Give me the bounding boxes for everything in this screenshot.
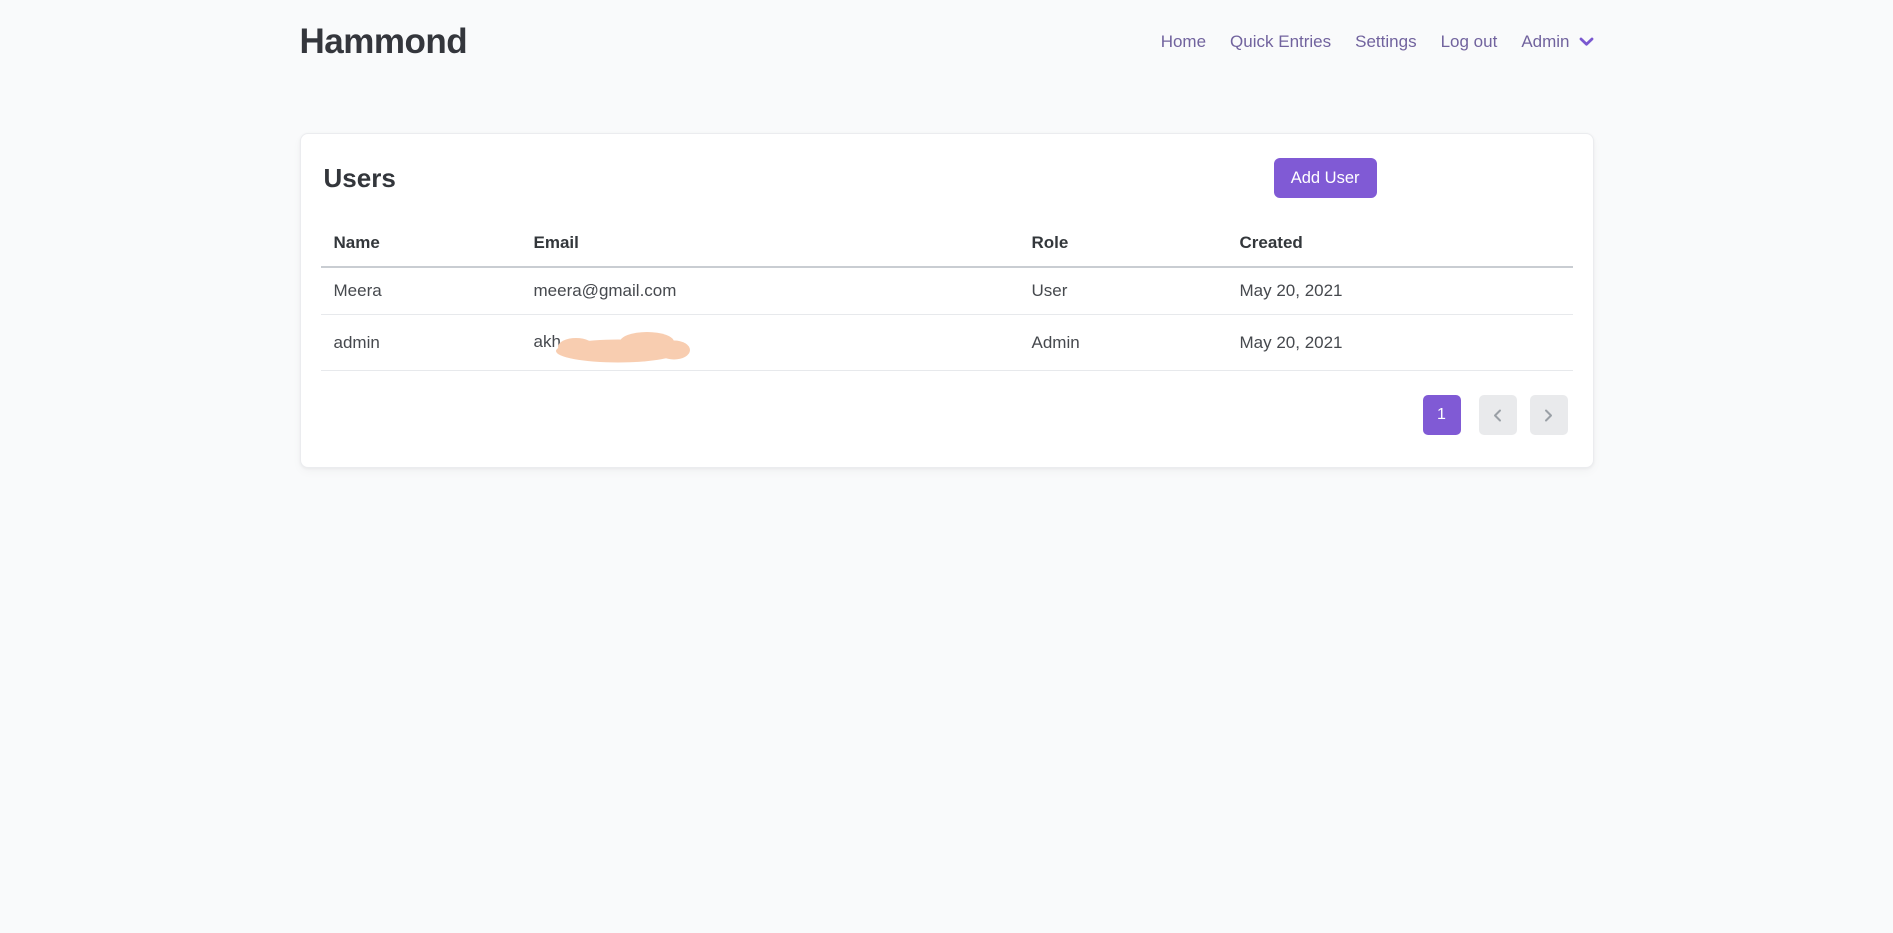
column-header-name: Name	[321, 225, 521, 267]
add-user-button[interactable]: Add User	[1274, 158, 1377, 198]
nav-settings[interactable]: Settings	[1355, 32, 1416, 52]
table-row: admin akh Admin May 20, 2021	[321, 315, 1573, 371]
cell-created: May 20, 2021	[1227, 315, 1573, 371]
cell-name: admin	[321, 315, 521, 371]
users-table: Name Email Role Created Meera meera@gmai…	[321, 225, 1573, 371]
main-content: Users Add User Name Email Role Created	[300, 133, 1594, 468]
chevron-left-icon	[1493, 409, 1502, 422]
cell-created: May 20, 2021	[1227, 267, 1573, 315]
table-header-row: Name Email Role Created	[321, 225, 1573, 267]
chevron-right-icon	[1544, 409, 1553, 422]
page-container: Hammond Home Quick Entries Settings Log …	[300, 0, 1594, 468]
nav-quick-entries[interactable]: Quick Entries	[1230, 32, 1331, 52]
table-row: Meera meera@gmail.com User May 20, 2021	[321, 267, 1573, 315]
cell-email: meera@gmail.com	[521, 267, 1019, 315]
nav-home[interactable]: Home	[1161, 32, 1206, 52]
page-title: Users	[324, 163, 396, 194]
top-nav: Hammond Home Quick Entries Settings Log …	[300, 0, 1594, 78]
app-logo[interactable]: Hammond	[300, 22, 468, 62]
next-page-button[interactable]	[1530, 395, 1568, 435]
admin-dropdown[interactable]: Admin	[1521, 32, 1593, 52]
column-header-email: Email	[521, 225, 1019, 267]
page-1-button[interactable]: 1	[1423, 395, 1461, 435]
main-nav: Home Quick Entries Settings Log out Admi…	[1161, 32, 1594, 52]
pagination: 1	[321, 395, 1573, 435]
users-card: Users Add User Name Email Role Created	[300, 133, 1594, 468]
nav-logout[interactable]: Log out	[1441, 32, 1498, 52]
cell-email: akh	[521, 315, 1019, 371]
chevron-down-icon	[1579, 37, 1594, 47]
cell-role: User	[1019, 267, 1227, 315]
admin-dropdown-label: Admin	[1521, 32, 1569, 52]
column-header-role: Role	[1019, 225, 1227, 267]
prev-page-button[interactable]	[1479, 395, 1517, 435]
cell-role: Admin	[1019, 315, 1227, 371]
redaction-scribble	[554, 328, 692, 364]
cell-name: Meera	[321, 267, 521, 315]
card-header: Users Add User	[321, 158, 1573, 198]
column-header-created: Created	[1227, 225, 1573, 267]
